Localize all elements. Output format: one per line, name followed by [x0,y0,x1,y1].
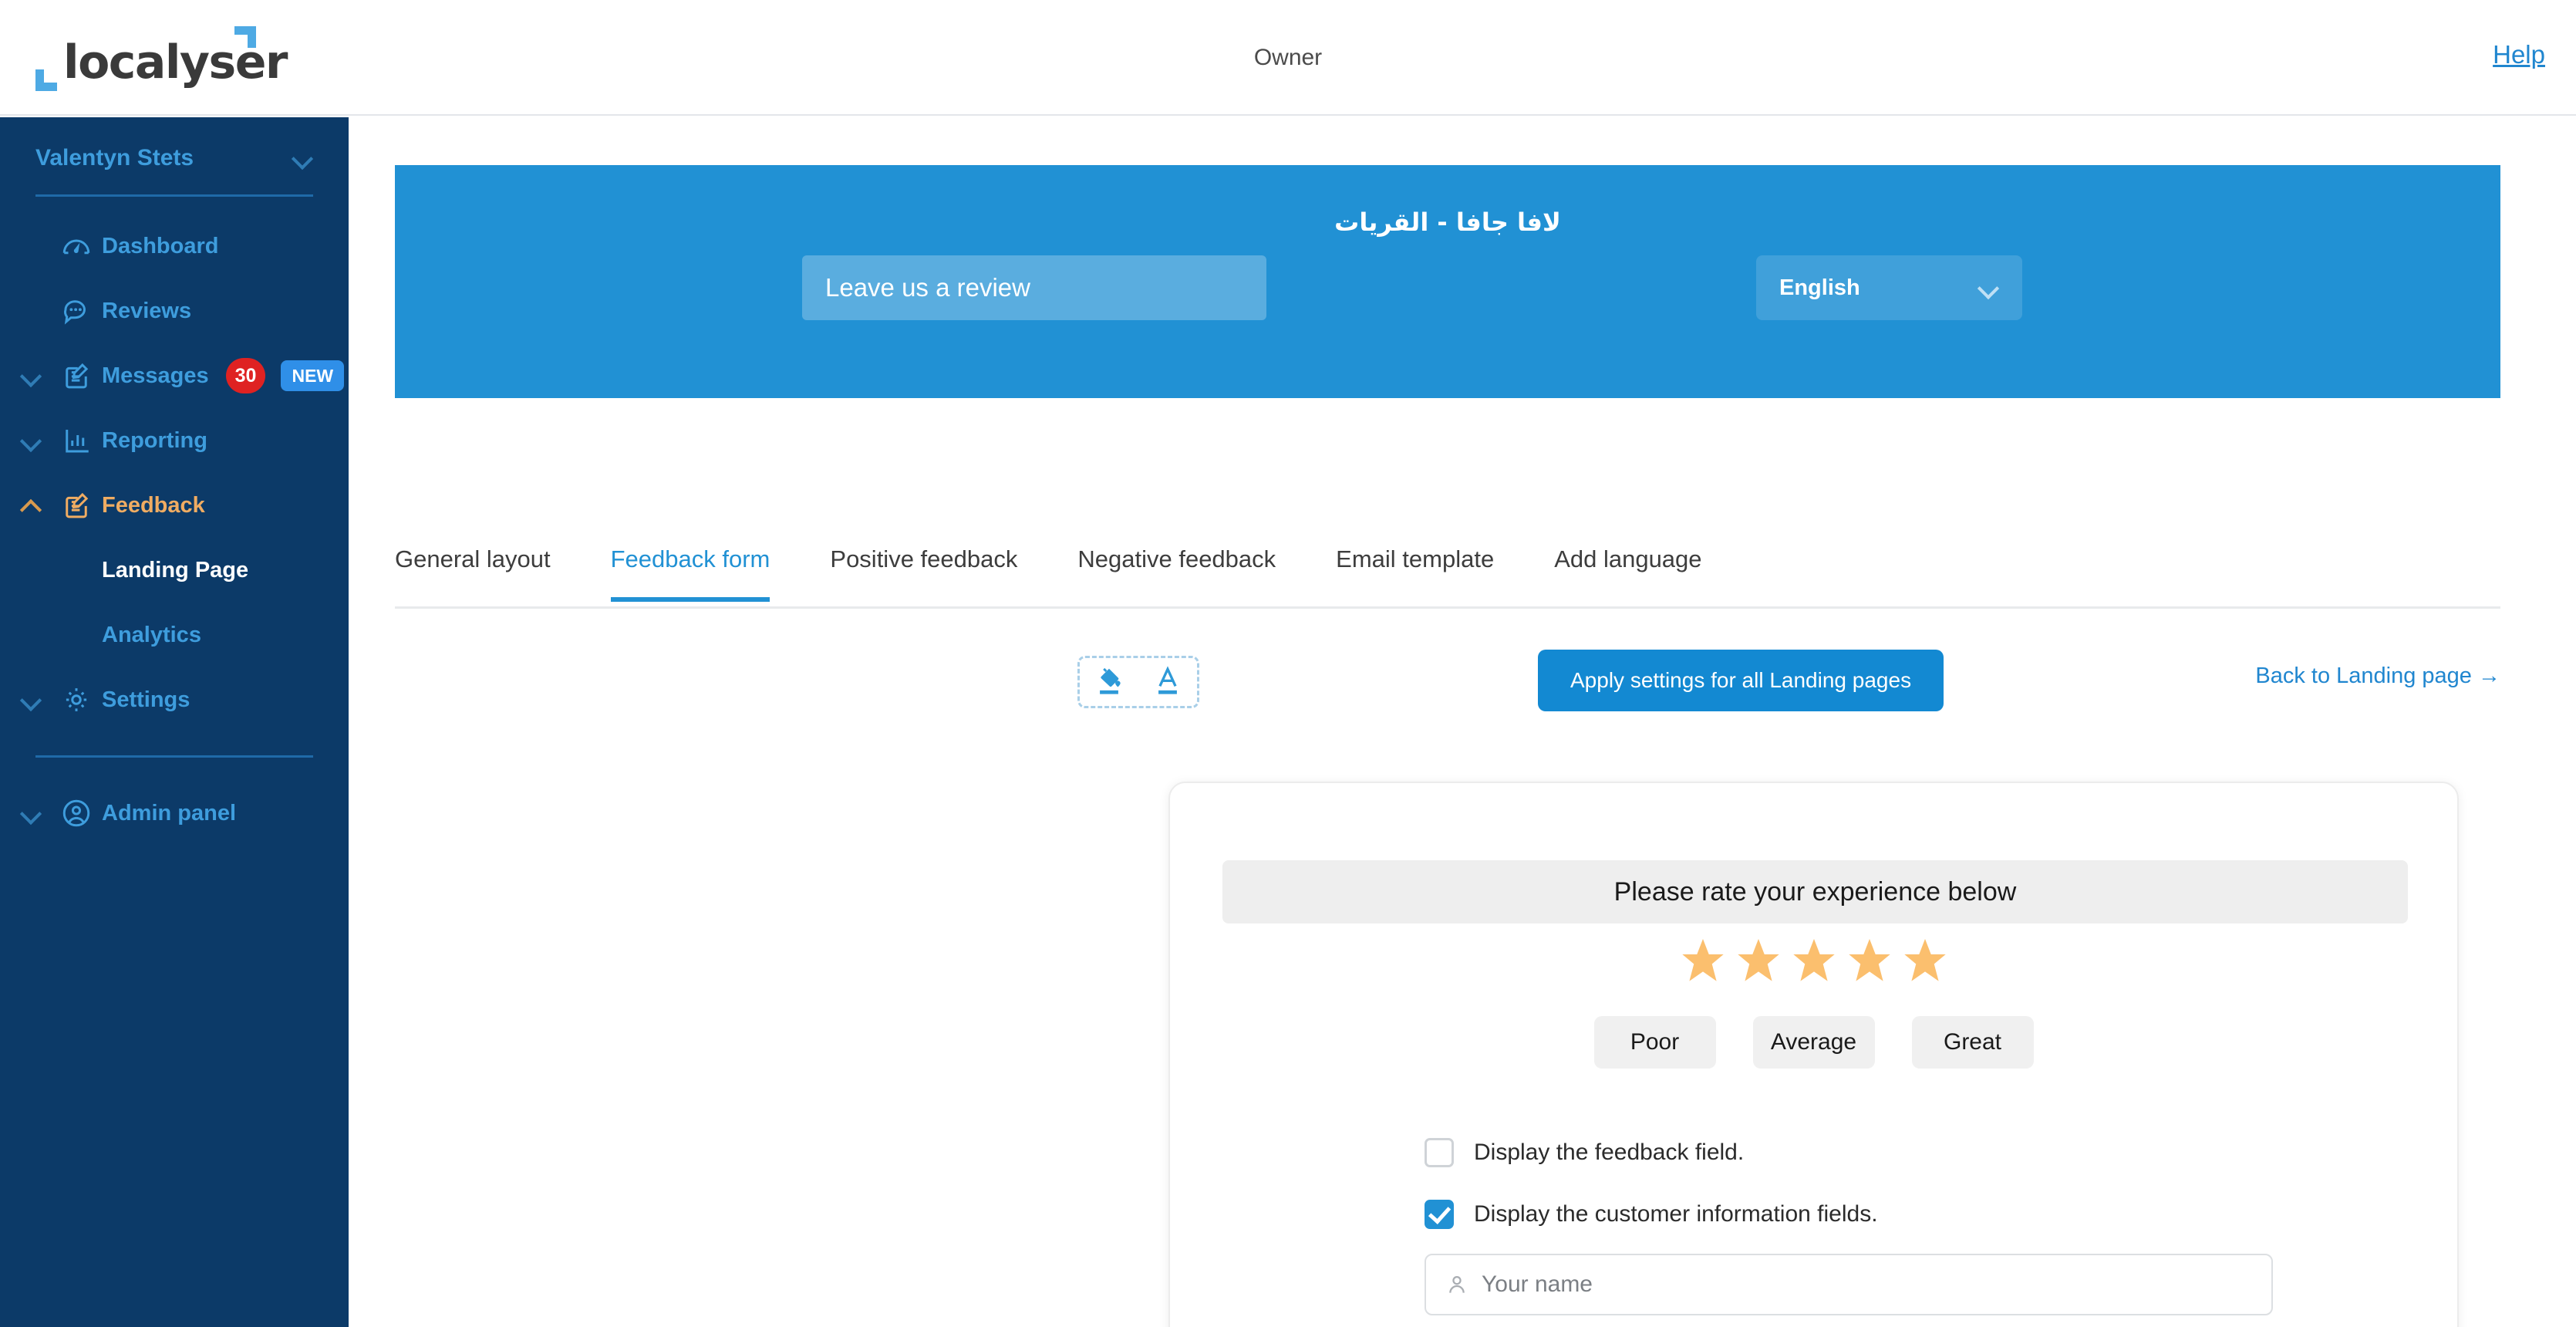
option-display-customer-info[interactable]: Display the customer information fields. [1425,1192,2273,1237]
chevron-down-icon [11,365,51,387]
messages-count-badge: 30 [225,358,266,393]
leave-review-button[interactable]: Leave us a review [802,255,1266,320]
tab-add-language[interactable]: Add language [1554,538,1701,599]
app-root: localyser Owner Help Valentyn Stets Dash… [0,0,2576,1327]
chevron-down-icon [292,147,313,169]
sidebar-item-landing-page[interactable]: Landing Page [0,538,349,603]
option-label: Display the feedback field. [1474,1140,1745,1165]
chevron-down-icon [1978,277,1999,299]
apply-settings-button[interactable]: Apply settings for all Landing pages [1538,650,1944,711]
messages-new-badge: NEW [281,360,345,391]
chat-bubble-icon [51,295,102,327]
star-icon[interactable] [1900,936,1950,985]
chevron-down-icon [11,689,51,711]
option-label: Display the customer information fields. [1474,1201,1878,1227]
sidebar-subitem-label: Analytics [102,622,201,647]
rating-option-poor[interactable]: Poor [1593,1016,1716,1069]
editor-toolbar: Apply settings for all Landing pages Bac… [395,642,2500,727]
sidebar-nav: Dashboard Reviews Messages 30 NEW Report… [0,197,349,846]
tab-email-template[interactable]: Email template [1336,538,1494,599]
color-tools-group [1077,656,1199,708]
sidebar-item-label: Messages [102,363,209,388]
star-icon[interactable] [1678,936,1728,985]
business-name: لافا جافا - القريات [1334,208,1561,237]
logo-bracket-bottom-left-icon [35,69,57,91]
sidebar-subitem-label: Landing Page [102,557,249,582]
star-icon[interactable] [1734,936,1783,985]
star-icon[interactable] [1845,936,1894,985]
chevron-down-icon [11,802,51,824]
sidebar-item-label: Settings [102,687,191,712]
tab-positive-feedback[interactable]: Positive feedback [830,538,1017,599]
sidebar-item-reporting[interactable]: Reporting [0,408,349,473]
note-pencil-icon [51,489,102,522]
sidebar-item-label: Dashboard [102,233,219,258]
rating-option-great[interactable]: Great [1911,1016,2034,1069]
sidebar-item-settings[interactable]: Settings [0,667,349,732]
chevron-up-icon [11,495,51,516]
tab-feedback-form[interactable]: Feedback form [610,538,770,602]
user-circle-icon [51,797,102,829]
sidebar-item-label: Reporting [102,427,207,453]
sidebar-item-label: Feedback [102,492,205,518]
tab-negative-feedback[interactable]: Negative feedback [1077,538,1276,599]
main-content: لافا جافا - القريات Leave us a review En… [349,117,2576,1327]
role-label: Owner [1253,45,1323,70]
gauge-icon [51,230,102,262]
checkbox-display-customer-info[interactable] [1425,1200,1454,1229]
chevron-down-icon [11,430,51,451]
user-icon [1445,1272,1469,1297]
settings-tabs: General layout Feedback form Positive fe… [395,538,2500,609]
sidebar-user-switcher[interactable]: Valentyn Stets [0,117,349,194]
tab-general-layout[interactable]: General layout [395,538,551,599]
sidebar-item-messages[interactable]: Messages 30 NEW [0,343,349,408]
option-display-feedback-field[interactable]: Display the feedback field. [1425,1130,2273,1175]
star-icon[interactable] [1789,936,1839,985]
form-options: Display the feedback field. Display the … [1425,1130,2273,1327]
paint-bucket-icon[interactable] [1092,664,1126,701]
sidebar-item-label: Admin panel [102,800,237,826]
sidebar: Valentyn Stets Dashboard Reviews Message… [0,117,349,1327]
sidebar-item-feedback[interactable]: Feedback [0,473,349,538]
feedback-form-preview: Please rate your experience below Poor A… [1168,782,2459,1327]
name-field[interactable]: Your name [1425,1254,2273,1315]
rating-option-average[interactable]: Average [1752,1016,1875,1069]
name-field-placeholder: Your name [1482,1271,1593,1297]
back-to-landing-page-link[interactable]: Back to Landing page → [2255,664,2500,689]
sidebar-item-analytics[interactable]: Analytics [0,603,349,667]
sidebar-divider-bottom [35,755,313,758]
note-pencil-icon [51,360,102,392]
sidebar-item-label: Reviews [102,298,192,323]
sidebar-user-name: Valentyn Stets [35,145,194,171]
sidebar-item-reviews[interactable]: Reviews [0,279,349,343]
rate-experience-heading: Please rate your experience below [1222,860,2408,923]
gear-icon [51,684,102,716]
help-link[interactable]: Help [2493,40,2545,69]
bar-chart-icon [51,424,102,457]
sidebar-item-dashboard[interactable]: Dashboard [0,214,349,279]
landing-preview-hero: لافا جافا - القريات Leave us a review En… [395,165,2500,398]
star-rating[interactable] [1170,936,2457,985]
language-select[interactable]: English [1756,255,2022,320]
rating-option-group: Poor Average Great [1170,1016,2457,1069]
sidebar-item-admin-panel[interactable]: Admin panel [0,781,349,846]
language-select-value: English [1779,275,1860,300]
top-bar: localyser Owner Help [0,0,2576,116]
text-color-icon[interactable] [1151,664,1185,701]
checkbox-display-feedback-field[interactable] [1425,1138,1454,1167]
